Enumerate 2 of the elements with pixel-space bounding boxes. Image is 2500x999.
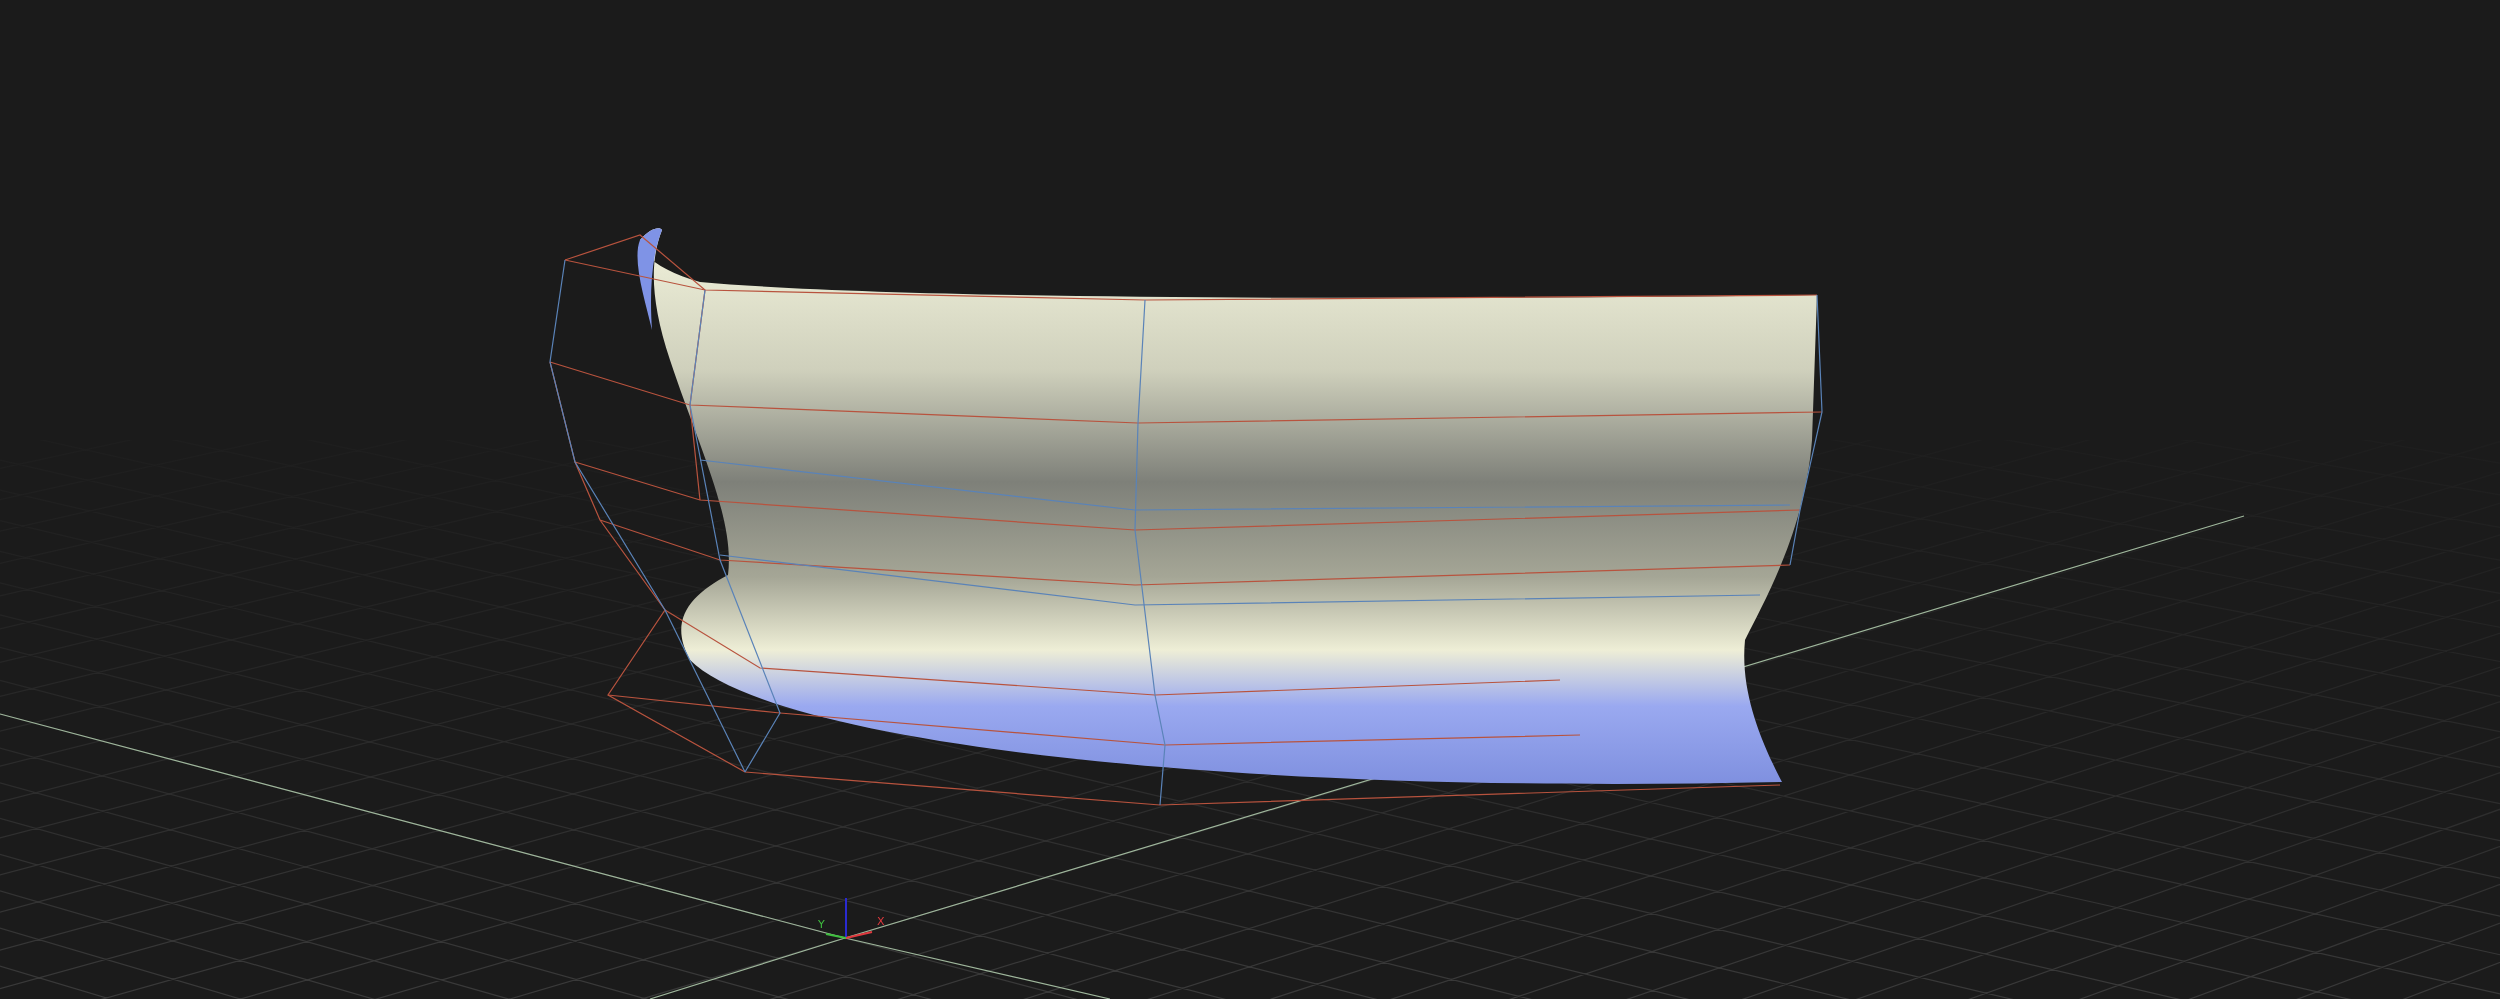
axis-label: Y bbox=[818, 918, 825, 931]
axis-label: X bbox=[877, 915, 885, 928]
